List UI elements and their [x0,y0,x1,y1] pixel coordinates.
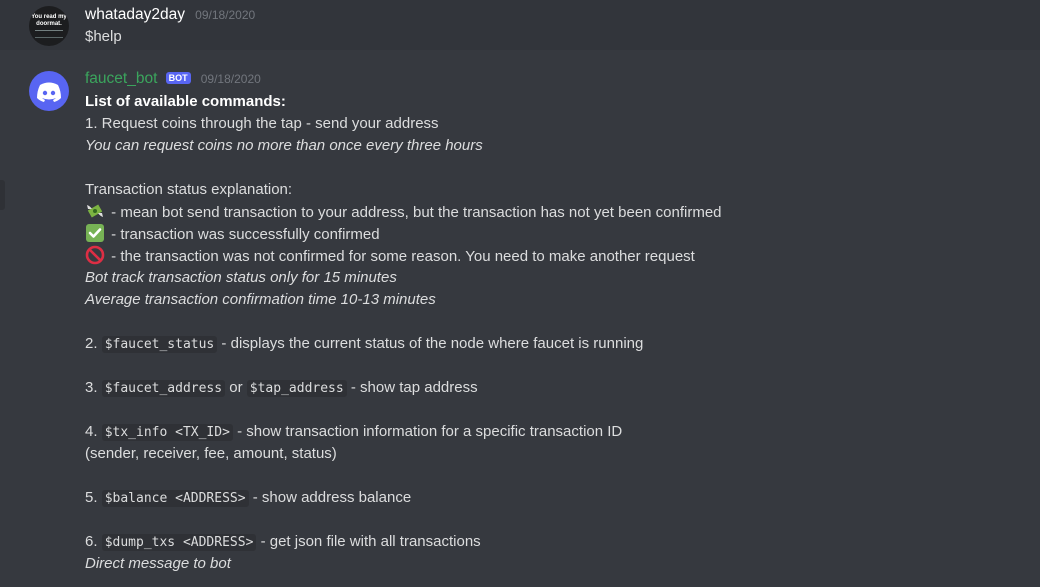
command-5: 5. $balance <ADDRESS> - show address bal… [85,487,1015,509]
username[interactable]: whataday2day [85,6,185,23]
status-pending: - mean bot send transaction to your addr… [85,201,1015,223]
code-faucet-status: $faucet_status [101,336,218,353]
avatar[interactable] [29,71,69,111]
command-desc: - show transaction information for a spe… [232,423,623,440]
message-text: $help [85,28,122,45]
message-header: faucet_bot BOT 09/18/2020 [85,70,261,88]
status-ok-text: - transaction was successfully confirmed [107,226,380,243]
command-desc: - displays the current status of the nod… [217,335,644,352]
command-number: 2. [85,335,102,352]
bot-tag: BOT [165,72,191,84]
command-4-note: (sender, receiver, fee, amount, status) [85,445,337,462]
command-desc: - get json file with all transactions [256,533,481,550]
avatar-text: You read my doormat. [31,14,67,27]
message-header: whataday2day 09/18/2020 [85,6,255,24]
command-number: 6. [85,533,102,550]
status-ok: - transaction was successfully confirmed [85,223,1015,245]
code-tap-address: $tap_address [246,380,347,397]
avatar-doormat [35,30,63,38]
command-1: 1. Request coins through the tap - send … [85,115,439,132]
check-mark-icon [86,224,104,242]
status-pending-text: - mean bot send transaction to your addr… [107,204,722,221]
code-dump-txs: $dump_txs <ADDRESS> [101,534,257,551]
avg-note: Average transaction confirmation time 10… [85,291,436,308]
command-6: 6. $dump_txs <ADDRESS> - get json file w… [85,531,1015,553]
code-faucet-address: $faucet_address [101,380,226,397]
command-6-note: Direct message to bot [85,555,231,572]
code-balance: $balance <ADDRESS> [101,490,249,507]
status-fail: - the transaction was not confirmed for … [85,245,1015,267]
command-desc: - show tap address [346,379,478,396]
command-1-note: You can request coins no more than once … [85,137,483,154]
command-4: 4. $tx_info <TX_ID> - show transaction i… [85,421,1015,443]
command-number: 5. [85,489,102,506]
message-content: List of available commands: 1. Request c… [85,91,1015,575]
bot-username[interactable]: faucet_bot [85,70,157,87]
money-with-wings-icon [87,204,103,218]
track-note: Bot track transaction status only for 15… [85,269,397,286]
status-fail-text: - the transaction was not confirmed for … [107,248,695,265]
timestamp: 09/18/2020 [200,72,261,86]
command-number: 4. [85,423,102,440]
command-3: 3. $faucet_address or $tap_address - sho… [85,377,1015,399]
message-user: You read my doormat. whataday2day 09/18/… [0,0,1040,50]
scroll-edge [0,180,5,210]
discord-logo-icon [37,82,61,102]
commands-title: List of available commands: [85,93,286,110]
or-text: or [225,379,247,396]
command-desc: - show address balance [248,489,412,506]
command-number: 3. [85,379,102,396]
avatar[interactable]: You read my doormat. [29,6,69,46]
no-entry-icon [85,245,105,265]
command-2: 2. $faucet_status - displays the current… [85,333,1015,355]
code-tx-info: $tx_info <TX_ID> [101,424,233,441]
status-title: Transaction status explanation: [85,181,293,198]
timestamp: 09/18/2020 [195,8,256,22]
